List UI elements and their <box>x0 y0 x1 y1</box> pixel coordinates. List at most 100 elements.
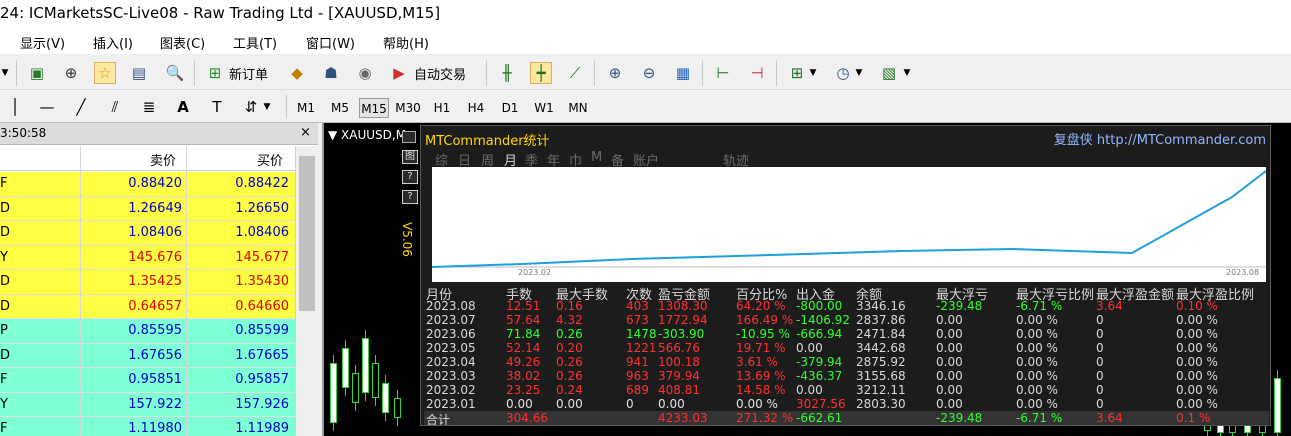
bal-cell: 3212.11 <box>856 383 906 397</box>
maxlosspct-cell: 0.00 % <box>1016 383 1058 397</box>
market-watch-row[interactable]: D 1.26649 1.26650 <box>0 196 295 221</box>
maxgain-cell: 0 <box>1096 313 1104 327</box>
count-cell: 0 <box>626 397 634 411</box>
menu-window[interactable]: 窗口(W) <box>306 33 355 52</box>
maxgainpct-cell: 0.00 % <box>1176 383 1218 397</box>
dropdown-arrow-icon[interactable]: ▼ <box>808 62 818 84</box>
month-cell: 2023.06 <box>426 327 476 341</box>
brand-link[interactable]: 复盘侠 http://MTCommander.com <box>1054 129 1266 148</box>
help-icon-2[interactable]: ? <box>402 190 418 204</box>
crosshair-icon[interactable]: ⊕ <box>60 62 82 84</box>
zoom-in-icon[interactable]: ⊕ <box>604 62 626 84</box>
text-label-icon[interactable]: T <box>206 96 228 118</box>
scrollbar-thumb[interactable] <box>299 156 315 311</box>
maxgain-cell: 0 <box>1096 369 1104 383</box>
tab-magic[interactable]: M <box>591 150 602 165</box>
market-watch-row[interactable]: D 1.35425 1.35430 <box>0 270 295 295</box>
periods-clock-icon[interactable]: ◷ <box>832 62 854 84</box>
signals-icon[interactable]: ◉ <box>354 62 376 84</box>
market-watch-row[interactable]: F 1.11980 1.11989 <box>0 417 295 436</box>
new-order-icon[interactable]: ⊞ <box>204 62 226 84</box>
chart-shift-icon[interactable]: ⊣ <box>746 62 768 84</box>
timeframe-d1[interactable]: D1 <box>495 98 525 118</box>
autoscroll-icon[interactable]: ⊢ <box>712 62 734 84</box>
balance-graph: 2023.02 2023.08 <box>432 167 1266 282</box>
timeframe-m15[interactable]: M15 <box>359 98 389 118</box>
month-cell: 2023.02 <box>426 383 476 397</box>
horizontal-line-icon[interactable]: — <box>36 96 58 118</box>
market-watch-row[interactable]: Y 157.922 157.926 <box>0 392 295 417</box>
balance-line-chart <box>432 170 1266 268</box>
menu-view[interactable]: 显示(V) <box>20 33 65 52</box>
menu-tools[interactable]: 工具(T) <box>233 33 277 52</box>
candlestick-icon[interactable]: ┿ <box>530 62 552 84</box>
strategy-tester-icon[interactable]: 🔍 <box>164 62 186 84</box>
dropdown-arrow-icon[interactable]: ▼ <box>0 62 10 84</box>
maxgain-cell: 0 <box>1096 327 1104 341</box>
arrows-icon[interactable]: ⇵ <box>240 96 262 118</box>
table-row: 2023.02 23.25 0.24 689 408.81 14.58 % 0.00 3212… <box>424 383 1269 397</box>
market-watch-row[interactable]: D 0.64657 0.64660 <box>0 294 295 319</box>
templates-icon[interactable]: ▧ <box>878 62 900 84</box>
favorites-icon[interactable]: ☆ <box>94 62 116 84</box>
community-icon[interactable]: ☗ <box>320 62 342 84</box>
timeframe-m30[interactable]: M30 <box>393 98 423 118</box>
timeframe-h4[interactable]: H4 <box>461 98 491 118</box>
market-watch-row[interactable]: P 0.85595 0.85599 <box>0 319 295 344</box>
chart-toggle-icon[interactable]: 图 <box>402 150 418 164</box>
maxlosspct-cell: 0.00 % <box>1016 313 1058 327</box>
equidistant-channel-icon[interactable]: ⫽ <box>104 96 126 118</box>
trendline-icon[interactable]: ╱ <box>70 96 92 118</box>
dropdown-arrow-icon[interactable]: ▼ <box>902 62 912 84</box>
lots-cell: 304.66 <box>506 411 548 425</box>
text-icon[interactable]: A <box>172 96 194 118</box>
market-watch-row[interactable]: D 1.08406 1.08406 <box>0 221 295 246</box>
market-watch-row[interactable]: F 0.95851 0.95857 <box>0 368 295 393</box>
close-icon[interactable]: × <box>300 125 311 140</box>
market-watch-row[interactable]: Y 145.676 145.677 <box>0 245 295 270</box>
month-cell: 2023.03 <box>426 369 476 383</box>
dropdown-arrow-icon[interactable]: ▼ <box>854 62 864 84</box>
timeframe-m5[interactable]: M5 <box>325 98 355 118</box>
zoom-out-icon[interactable]: ⊖ <box>638 62 660 84</box>
timeframe-mn[interactable]: MN <box>563 98 593 118</box>
panel-toggle-icon[interactable] <box>402 131 416 143</box>
indicators-icon[interactable]: ⊞ <box>786 62 808 84</box>
lots-cell: 12.51 <box>506 299 541 313</box>
menu-insert[interactable]: 插入(I) <box>93 33 133 52</box>
bar-chart-icon[interactable]: ╫ <box>496 62 518 84</box>
column-bid[interactable]: 卖价 <box>150 150 176 169</box>
symbol-cell: D <box>0 274 11 289</box>
menu-chart[interactable]: 图表(C) <box>160 33 205 52</box>
tile-windows-icon[interactable]: ▦ <box>672 62 694 84</box>
navigator-icon[interactable]: ▤ <box>128 62 150 84</box>
fibonacci-icon[interactable]: ≣ <box>138 96 160 118</box>
lots-cell: 49.26 <box>506 355 541 369</box>
balance-series-line <box>432 170 1266 268</box>
vertical-line-icon[interactable]: │ <box>4 96 26 118</box>
toolbar-separator <box>702 60 703 86</box>
autotrade-button[interactable]: 自动交易 <box>414 64 466 83</box>
line-chart-icon[interactable]: ⟋ <box>564 62 586 84</box>
timeframe-m1[interactable]: M1 <box>291 98 321 118</box>
maxgainpct-cell: 0.00 % <box>1176 397 1218 411</box>
timeframe-h1[interactable]: H1 <box>427 98 457 118</box>
autotrade-icon[interactable]: ▶ <box>388 62 410 84</box>
menu-help[interactable]: 帮助(H) <box>383 33 429 52</box>
market-watch-scrollbar[interactable] <box>295 146 318 436</box>
timeframe-w1[interactable]: W1 <box>529 98 559 118</box>
candle-body <box>394 398 401 418</box>
maxlosspct-cell: 0.00 % <box>1016 341 1058 355</box>
market-watch-row[interactable]: F 0.88420 0.88422 <box>0 172 295 197</box>
bal-cell: 2803.30 <box>856 397 906 411</box>
help-icon[interactable]: ? <box>402 170 418 184</box>
market-watch-row[interactable]: D 1.67656 1.67665 <box>0 343 295 368</box>
metaeditor-icon[interactable]: ◆ <box>286 62 308 84</box>
column-ask[interactable]: 买价 <box>257 150 283 169</box>
dep-cell: -800.00 <box>796 299 843 313</box>
maxlosspct-cell: -6.71 % <box>1016 299 1063 313</box>
market-watch-icon[interactable]: ▣ <box>26 62 48 84</box>
new-order-button[interactable]: 新订单 <box>229 64 268 83</box>
dropdown-arrow-icon[interactable]: ▼ <box>262 96 272 118</box>
ask-cell: 1.11989 <box>235 421 289 436</box>
